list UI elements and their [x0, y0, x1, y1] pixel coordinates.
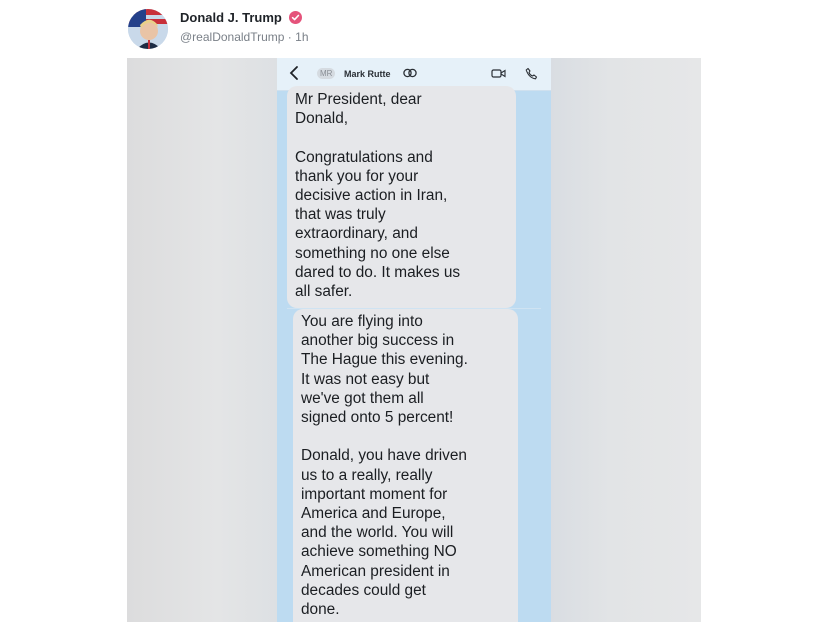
post-time[interactable]: 1h	[295, 30, 308, 44]
flag-portrait-avatar-icon	[128, 9, 168, 49]
display-name[interactable]: Donald J. Trump	[180, 10, 303, 25]
message-bubble-2: You are flying into another big success …	[293, 309, 518, 622]
video-call-icon	[491, 69, 506, 78]
dot-separator: ·	[287, 30, 292, 44]
handle[interactable]: @realDonaldTrump	[180, 30, 284, 44]
avatar[interactable]	[128, 9, 168, 49]
verified-badge-icon	[289, 11, 303, 24]
contact-initials: MR	[317, 68, 336, 79]
phone-call-icon	[525, 67, 538, 80]
image-blur-left	[127, 58, 277, 622]
post-header: Donald J. Trump @realDonaldTrump · 1h	[0, 0, 833, 58]
handle-line: @realDonaldTrump · 1h	[180, 30, 309, 44]
post-image[interactable]: MR Mark Rutte Mr President, dear Donald,…	[127, 58, 701, 622]
image-blur-right	[551, 58, 701, 622]
contact-name: Mark Rutte	[344, 69, 391, 79]
message-screenshot: MR Mark Rutte Mr President, dear Donald,…	[277, 58, 551, 622]
display-name-text: Donald J. Trump	[180, 10, 282, 25]
message-bubble-1: Mr President, dear Donald, Congratulatio…	[287, 86, 516, 308]
back-chevron-icon	[289, 66, 298, 80]
group-icon	[403, 68, 417, 78]
